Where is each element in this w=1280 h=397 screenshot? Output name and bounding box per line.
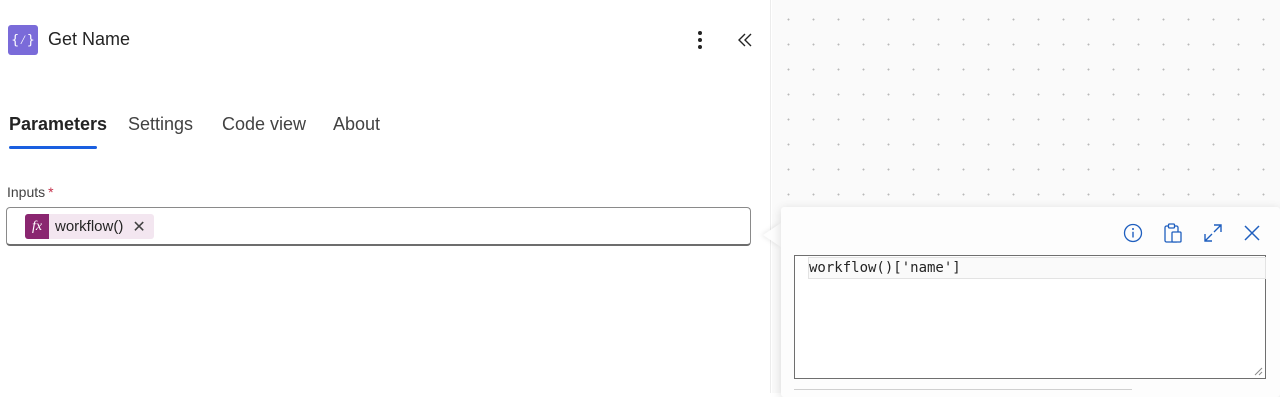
inputs-label: Inputs *	[7, 184, 54, 200]
expression-token[interactable]: fx workflow() ✕	[25, 214, 154, 239]
inputs-field[interactable]: fx workflow() ✕	[6, 207, 751, 246]
expression-editor-popup: workflow()['name']	[781, 207, 1280, 397]
expand-button[interactable]	[1199, 219, 1227, 247]
collapse-panel-button[interactable]	[733, 28, 757, 52]
compose-action-icon: {⁄}	[8, 25, 38, 55]
next-field-edge	[794, 389, 1132, 390]
panel-header: {⁄} Get Name	[0, 0, 771, 80]
required-indicator: *	[48, 184, 54, 200]
clipboard-icon	[1164, 223, 1182, 243]
expression-line[interactable]: workflow()['name']	[808, 257, 1266, 279]
paste-button[interactable]	[1159, 219, 1187, 247]
action-icon-glyph: {⁄}	[11, 32, 35, 48]
info-icon	[1123, 223, 1143, 243]
remove-token-button[interactable]: ✕	[132, 217, 145, 237]
tab-about[interactable]: About	[333, 114, 380, 135]
active-tab-indicator	[9, 146, 97, 149]
tab-settings[interactable]: Settings	[128, 114, 193, 135]
popup-pointer	[763, 223, 781, 247]
expression-textarea[interactable]: workflow()['name']	[794, 255, 1266, 379]
info-button[interactable]	[1119, 219, 1147, 247]
more-vertical-icon	[698, 31, 702, 49]
expand-icon	[1204, 224, 1222, 242]
tab-parameters[interactable]: Parameters	[9, 114, 107, 135]
action-details-panel: {⁄} Get Name Parameters Settings Code vi…	[0, 0, 771, 393]
resize-grip-icon[interactable]	[1252, 365, 1263, 376]
tab-code-view[interactable]: Code view	[222, 114, 306, 135]
function-icon: fx	[25, 214, 49, 239]
more-options-button[interactable]	[690, 28, 710, 52]
inputs-label-text: Inputs	[7, 184, 46, 200]
action-title[interactable]: Get Name	[48, 29, 130, 50]
close-button[interactable]	[1238, 219, 1266, 247]
token-text: workflow()	[55, 218, 124, 235]
close-icon	[1244, 225, 1260, 241]
double-chevron-left-icon	[738, 33, 752, 47]
